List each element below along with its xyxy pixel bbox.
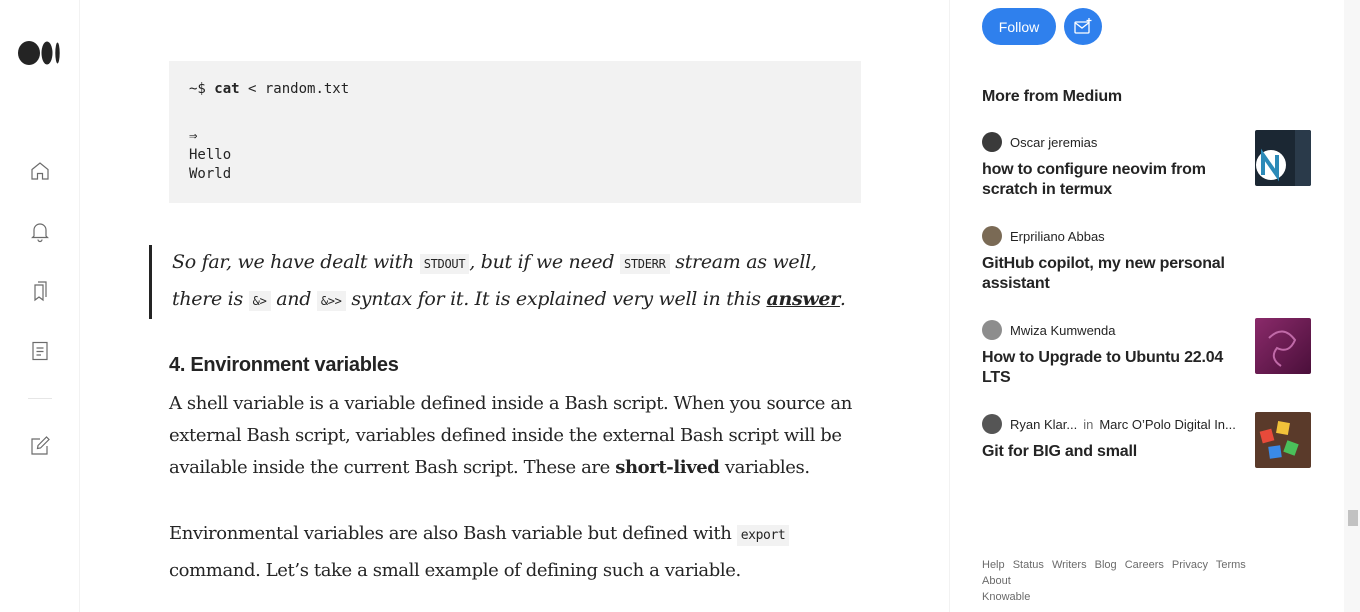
avatar — [982, 132, 1002, 152]
bold-text: short-lived — [615, 457, 720, 478]
blockquote: So far, we have dealt with STDOUT, but i… — [149, 245, 861, 319]
sidebar-footer: Help Status Writers Blog Careers Privacy… — [982, 557, 1282, 605]
code-output-line: World — [189, 166, 232, 182]
avatar — [982, 320, 1002, 340]
code-command: cat — [214, 81, 240, 97]
recommendation-item[interactable]: Ryan Klar... in Marc O’Polo Digital In..… — [982, 412, 1312, 468]
bell-icon[interactable] — [28, 219, 52, 243]
recommendation-title[interactable]: GitHub copilot, my new personal assistan… — [982, 254, 1232, 294]
footer-link[interactable]: Careers — [1125, 559, 1164, 571]
recommendation-item[interactable]: Mwiza Kumwenda How to Upgrade to Ubuntu … — [982, 318, 1312, 388]
code-arrow: ⇒ — [189, 128, 198, 144]
quote-text: , but if we need — [469, 251, 620, 273]
home-icon[interactable] — [28, 159, 52, 183]
recommendation-item[interactable]: Oscar jeremias how to configure neovim f… — [982, 130, 1312, 200]
footer-link[interactable]: Blog — [1095, 559, 1117, 571]
inline-code: STDOUT — [419, 254, 470, 274]
inline-code: export — [736, 525, 790, 546]
answer-link[interactable]: answer — [766, 288, 840, 310]
recommendation-title[interactable]: Git for BIG and small — [982, 442, 1232, 462]
paragraph: Environmental variables are also Bash va… — [169, 516, 861, 588]
paragraph-text: Environmental variables are also Bash va… — [169, 523, 737, 544]
quote-text: . — [839, 288, 846, 310]
paragraph-text: command. Let’s take a small example of d… — [169, 560, 741, 581]
medium-logo[interactable] — [18, 40, 62, 66]
neovim-thumbnail[interactable] — [1255, 130, 1311, 186]
footer-link[interactable]: Privacy — [1172, 559, 1208, 571]
stories-icon[interactable] — [28, 339, 52, 363]
paragraph: A shell variable is a variable defined i… — [169, 388, 861, 484]
footer-link[interactable]: Help — [982, 559, 1005, 571]
quote-text: So far, we have dealt with — [172, 251, 420, 273]
author-name[interactable]: Mwiza Kumwenda — [1010, 323, 1116, 338]
author-name[interactable]: Oscar jeremias — [1010, 135, 1097, 150]
rail-divider — [28, 398, 52, 399]
scrollbar-thumb[interactable] — [1348, 510, 1358, 526]
author-name[interactable]: Erpriliano Abbas — [1010, 229, 1105, 244]
follow-button[interactable]: Follow — [982, 8, 1056, 45]
code-args: < random.txt — [239, 81, 350, 97]
subscribe-email-button[interactable] — [1064, 8, 1102, 45]
footer-link[interactable]: Writers — [1052, 559, 1087, 571]
inline-code: &> — [248, 291, 271, 311]
section-heading: 4. Environment variables — [169, 354, 399, 376]
footer-link[interactable]: Knowable — [982, 591, 1030, 603]
mail-plus-icon — [1074, 17, 1092, 34]
quote-text: and — [270, 288, 317, 310]
footer-link[interactable]: About — [982, 575, 1011, 587]
in-label: in — [1083, 416, 1094, 432]
author-name[interactable]: Ryan Klar... — [1010, 417, 1077, 432]
quote-text: syntax for it. It is explained very well… — [345, 288, 767, 310]
inline-code: &>> — [316, 291, 346, 311]
recommendation-item[interactable]: Erpriliano Abbas GitHub copilot, my new … — [982, 226, 1312, 294]
recommendation-title[interactable]: how to configure neovim from scratch in … — [982, 160, 1232, 200]
avatar — [982, 414, 1002, 434]
footer-link[interactable]: Terms — [1216, 559, 1246, 571]
ubuntu-thumbnail[interactable] — [1255, 318, 1311, 374]
paragraph-text: variables. — [719, 457, 810, 478]
publication-name[interactable]: Marc O’Polo Digital In... — [1099, 417, 1236, 432]
code-output-line: Hello — [189, 147, 232, 163]
code-block: ~$ cat < random.txt ⇒ Hello World — [169, 61, 861, 203]
more-from-medium-title: More from Medium — [982, 88, 1122, 105]
recommendation-title[interactable]: How to Upgrade to Ubuntu 22.04 LTS — [982, 348, 1232, 388]
inline-code: STDERR — [619, 254, 670, 274]
footer-link[interactable]: Status — [1013, 559, 1044, 571]
scrollbar[interactable] — [1344, 0, 1360, 612]
avatar — [982, 226, 1002, 246]
git-thumbnail[interactable] — [1255, 412, 1311, 468]
write-icon[interactable] — [28, 434, 52, 458]
code-line: ~$ cat < random.txt — [189, 80, 841, 99]
left-rail — [0, 0, 80, 612]
code-prompt: ~$ — [189, 81, 215, 97]
bookmarks-icon[interactable] — [28, 279, 52, 303]
